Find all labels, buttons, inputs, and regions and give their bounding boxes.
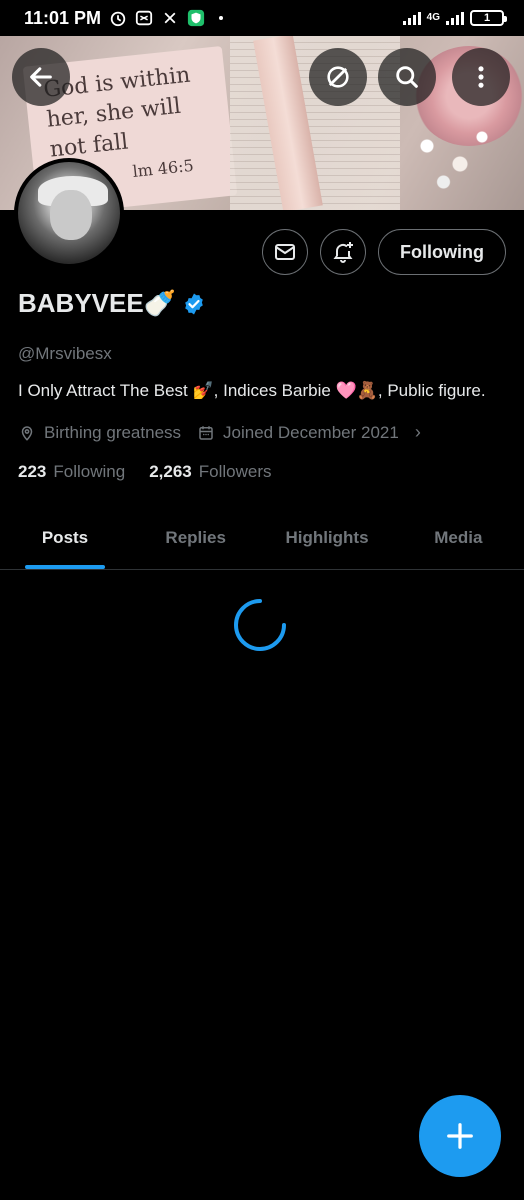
plus-icon: [447, 1123, 473, 1149]
active-tab-indicator: [25, 565, 105, 569]
location-pin-icon: [21, 425, 33, 441]
bio: I Only Attract The Best 💅, Indices Barbi…: [18, 381, 486, 400]
arrow-left-icon: [30, 67, 52, 87]
location: Birthing greatness: [18, 423, 181, 443]
profile-tabs: Posts Replies Highlights Media: [0, 506, 524, 570]
followers-count-link[interactable]: 2,263 Followers: [149, 462, 271, 482]
followers-count: 2,263: [149, 462, 192, 481]
mail-icon: [275, 244, 295, 260]
follow-counts: 223 Following 2,263 Followers: [18, 462, 271, 482]
bell-plus-icon: [333, 242, 353, 263]
status-bar: 11:01 PM 4G 1: [0, 0, 524, 36]
calendar-icon: [199, 425, 213, 440]
capcut-icon: [135, 9, 153, 27]
tab-highlights[interactable]: Highlights: [261, 506, 392, 569]
signal-icon: [402, 11, 421, 25]
chevron-right-icon[interactable]: ›: [415, 422, 421, 443]
following-label: Following: [53, 462, 126, 481]
display-name: BABYVEE🍼: [18, 288, 177, 318]
tab-media[interactable]: Media: [393, 506, 524, 569]
grok-button[interactable]: [309, 48, 367, 106]
following-count-link[interactable]: 223 Following: [18, 462, 125, 482]
tab-label: Highlights: [285, 527, 369, 547]
tab-label: Posts: [41, 527, 89, 547]
tab-label: Replies: [165, 527, 226, 547]
avatar[interactable]: [14, 158, 124, 268]
alarm-icon: [109, 9, 127, 27]
network-type: 4G: [426, 12, 440, 23]
notification-dot: [219, 16, 224, 20]
banner-pearls: [394, 110, 504, 200]
following-count: 223: [18, 462, 47, 481]
search-icon: [396, 66, 418, 88]
battery-level: 1: [483, 12, 491, 24]
tab-replies[interactable]: Replies: [130, 506, 261, 569]
verified-badge-icon[interactable]: [182, 292, 206, 316]
grok-icon: [327, 66, 349, 88]
profile-meta: Birthing greatness Joined December 2021 …: [18, 422, 421, 443]
avatar-face: [50, 190, 92, 240]
tab-label: Media: [434, 527, 483, 547]
location-text: Birthing greatness: [44, 422, 182, 442]
followers-label: Followers: [198, 462, 272, 481]
battery-icon: 1: [470, 10, 507, 26]
tab-posts[interactable]: Posts: [0, 506, 130, 569]
handle: @Mrsvibesx: [18, 344, 112, 363]
message-button[interactable]: [262, 229, 308, 275]
notify-button[interactable]: [320, 229, 366, 275]
back-button[interactable]: [12, 48, 70, 106]
compose-button[interactable]: [419, 1095, 501, 1177]
following-button[interactable]: Following: [378, 229, 506, 275]
more-button[interactable]: [452, 48, 510, 106]
search-button[interactable]: [378, 48, 436, 106]
status-time: 11:01 PM: [24, 7, 102, 28]
more-vertical-icon: [478, 66, 484, 88]
name-row: BABYVEE🍼: [18, 288, 206, 319]
joined-date: Joined December 2021: [197, 423, 399, 443]
signal-icon-2: [446, 11, 464, 25]
joined-text: Joined December 2021: [223, 422, 399, 442]
x-app-icon: [161, 9, 179, 27]
loading-spinner-icon: [234, 599, 286, 651]
vpn-shield-icon: [187, 9, 205, 27]
